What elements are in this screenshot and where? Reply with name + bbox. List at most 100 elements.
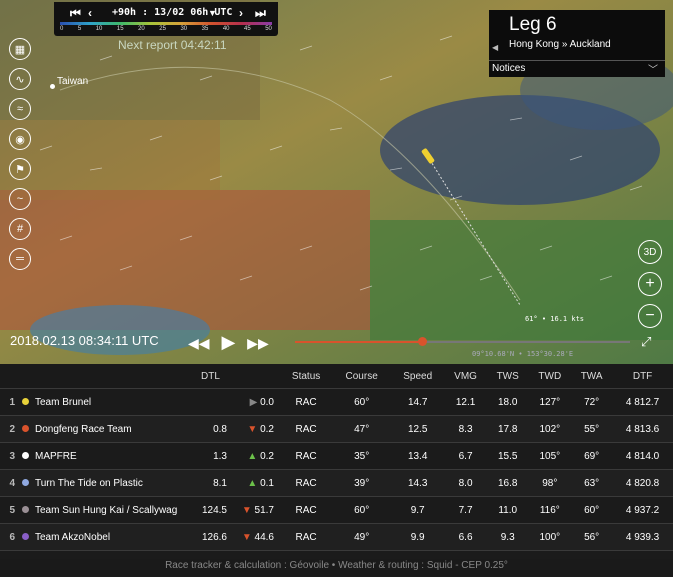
grid-icon[interactable]: # bbox=[9, 218, 31, 240]
zoom-in-icon[interactable]: + bbox=[638, 272, 662, 296]
chevron-down-icon[interactable]: ▼ bbox=[208, 8, 217, 18]
rank: 5 bbox=[0, 497, 16, 524]
dtl-value: 0.8 bbox=[186, 416, 235, 443]
trend-icon: ▶ bbox=[250, 397, 260, 408]
vmg-value: 8.3 bbox=[444, 416, 487, 443]
place-dot bbox=[50, 84, 55, 89]
col-tws[interactable]: TWS bbox=[487, 364, 529, 389]
timeline-progress bbox=[295, 341, 422, 343]
tws-value: 16.8 bbox=[487, 470, 529, 497]
rank: 6 bbox=[0, 524, 16, 551]
speed-value: 13.4 bbox=[391, 443, 444, 470]
dtl-change: ▼ 0.2 bbox=[235, 416, 280, 443]
tws-value: 11.0 bbox=[487, 497, 529, 524]
col-status[interactable]: Status bbox=[280, 364, 332, 389]
rank: 4 bbox=[0, 470, 16, 497]
ruler-icon[interactable]: ═ bbox=[9, 248, 31, 270]
col-twd[interactable]: TWD bbox=[529, 364, 572, 389]
3d-toggle-button[interactable]: 3D bbox=[638, 240, 662, 264]
trend-icon: ▲ bbox=[247, 451, 260, 462]
status-value: RAC bbox=[280, 524, 332, 551]
team-color-dot bbox=[16, 524, 34, 551]
prev-step-icon[interactable]: ‹ bbox=[88, 6, 92, 20]
play-icon[interactable]: ▶ bbox=[221, 332, 235, 352]
chevron-down-icon: ﹀ bbox=[648, 61, 658, 76]
flag-icon[interactable]: ⚑ bbox=[9, 158, 31, 180]
status-value: RAC bbox=[280, 470, 332, 497]
leg-title: Leg 6 bbox=[509, 14, 557, 36]
col-twa[interactable]: TWA bbox=[571, 364, 612, 389]
first-step-icon[interactable]: ⏮ bbox=[70, 6, 81, 21]
right-toolbar: 3D + − bbox=[638, 240, 662, 336]
vmg-value: 8.0 bbox=[444, 470, 487, 497]
playback-controls: ◀◀ ▶ ▶▶ bbox=[188, 332, 269, 353]
dtl-change: ▼ 51.7 bbox=[235, 497, 280, 524]
col-dtl[interactable]: DTL bbox=[186, 364, 235, 389]
col-dtf[interactable]: DTF bbox=[612, 364, 673, 389]
dtl-value: 1.3 bbox=[186, 443, 235, 470]
next-report: Next report 04:42:11 bbox=[118, 38, 227, 52]
table-row[interactable]: 4Turn The Tide on Plastic8.1▲ 0.1RAC39°1… bbox=[0, 470, 673, 497]
twd-value: 100° bbox=[529, 524, 572, 551]
target-icon[interactable]: ◉ bbox=[9, 128, 31, 150]
dtl-value: 126.6 bbox=[186, 524, 235, 551]
col-speed[interactable]: Speed bbox=[391, 364, 444, 389]
dtl-change: ▼ 44.6 bbox=[235, 524, 280, 551]
rewind-icon[interactable]: ◀◀ bbox=[188, 335, 210, 351]
team-name: Team AkzoNobel bbox=[34, 524, 186, 551]
table-row[interactable]: 3MAPFRE1.3▲ 0.2RAC35°13.46.715.5105°69°4… bbox=[0, 443, 673, 470]
wind-icon[interactable]: ≈ bbox=[9, 98, 31, 120]
speed-value: 14.3 bbox=[391, 470, 444, 497]
dtf-value: 4 812.7 bbox=[612, 389, 673, 416]
tws-value: 9.3 bbox=[487, 524, 529, 551]
twa-value: 72° bbox=[571, 389, 612, 416]
rank: 1 bbox=[0, 389, 16, 416]
leg-panel: Leg 6 ◀ Hong Kong » Auckland bbox=[489, 10, 665, 60]
timeline-slider[interactable] bbox=[295, 341, 630, 343]
tws-value: 17.8 bbox=[487, 416, 529, 443]
notices-label: Notices bbox=[492, 63, 525, 74]
table-row[interactable]: 2Dongfeng Race Team0.8▼ 0.2RAC47°12.58.3… bbox=[0, 416, 673, 443]
route-icon[interactable]: ∿ bbox=[9, 68, 31, 90]
time-controls: ⏮ ‹ +90h : 13/02 06h UTC ▼ › ⏭ 0 5 10 15… bbox=[54, 2, 278, 36]
course-value: 60° bbox=[332, 389, 391, 416]
previous-leg-icon[interactable]: ◀ bbox=[492, 43, 498, 52]
trend-icon: ▼ bbox=[242, 505, 255, 516]
twa-value: 60° bbox=[571, 497, 612, 524]
course-value: 49° bbox=[332, 524, 391, 551]
trend-icon: ▼ bbox=[247, 424, 260, 435]
twd-value: 102° bbox=[529, 416, 572, 443]
dtl-change: ▲ 0.2 bbox=[235, 443, 280, 470]
zoom-out-icon[interactable]: − bbox=[638, 304, 662, 328]
speed-value: 12.5 bbox=[391, 416, 444, 443]
status-value: RAC bbox=[280, 443, 332, 470]
twa-value: 63° bbox=[571, 470, 612, 497]
gust-icon[interactable]: ~ bbox=[9, 188, 31, 210]
dtf-value: 4 814.0 bbox=[612, 443, 673, 470]
map-view[interactable]: ⏮ ‹ +90h : 13/02 06h UTC ▼ › ⏭ 0 5 10 15… bbox=[0, 0, 673, 364]
table-row[interactable]: 1Team Brunel▶ 0.0RAC60°14.712.118.0127°7… bbox=[0, 389, 673, 416]
speed-value: 14.7 bbox=[391, 389, 444, 416]
table-row[interactable]: 6Team AkzoNobel126.6▼ 44.6RAC49°9.96.69.… bbox=[0, 524, 673, 551]
dtl-change: ▶ 0.0 bbox=[235, 389, 280, 416]
table-header: DTL Status Course Speed VMG TWS TWD TWA … bbox=[0, 364, 673, 389]
twa-value: 56° bbox=[571, 524, 612, 551]
trend-icon: ▼ bbox=[242, 532, 255, 543]
team-color-dot bbox=[16, 443, 34, 470]
tws-value: 18.0 bbox=[487, 389, 529, 416]
notices-dropdown[interactable]: Notices ﹀ bbox=[489, 60, 665, 77]
table-row[interactable]: 5Team Sun Hung Kai / Scallywag124.5▼ 51.… bbox=[0, 497, 673, 524]
course-value: 35° bbox=[332, 443, 391, 470]
wind-readout: 61° • 16.1 kts bbox=[525, 315, 584, 323]
col-vmg[interactable]: VMG bbox=[444, 364, 487, 389]
map-icon[interactable]: ▦ bbox=[9, 38, 31, 60]
fullscreen-icon[interactable]: ⤢ bbox=[641, 334, 651, 350]
last-step-icon[interactable]: ⏭ bbox=[255, 6, 266, 21]
team-name: MAPFRE bbox=[34, 443, 186, 470]
fast-forward-icon[interactable]: ▶▶ bbox=[247, 335, 269, 351]
col-course[interactable]: Course bbox=[332, 364, 391, 389]
tws-value: 15.5 bbox=[487, 443, 529, 470]
twd-value: 98° bbox=[529, 470, 572, 497]
dtf-value: 4 939.3 bbox=[612, 524, 673, 551]
next-step-icon[interactable]: › bbox=[239, 6, 243, 20]
